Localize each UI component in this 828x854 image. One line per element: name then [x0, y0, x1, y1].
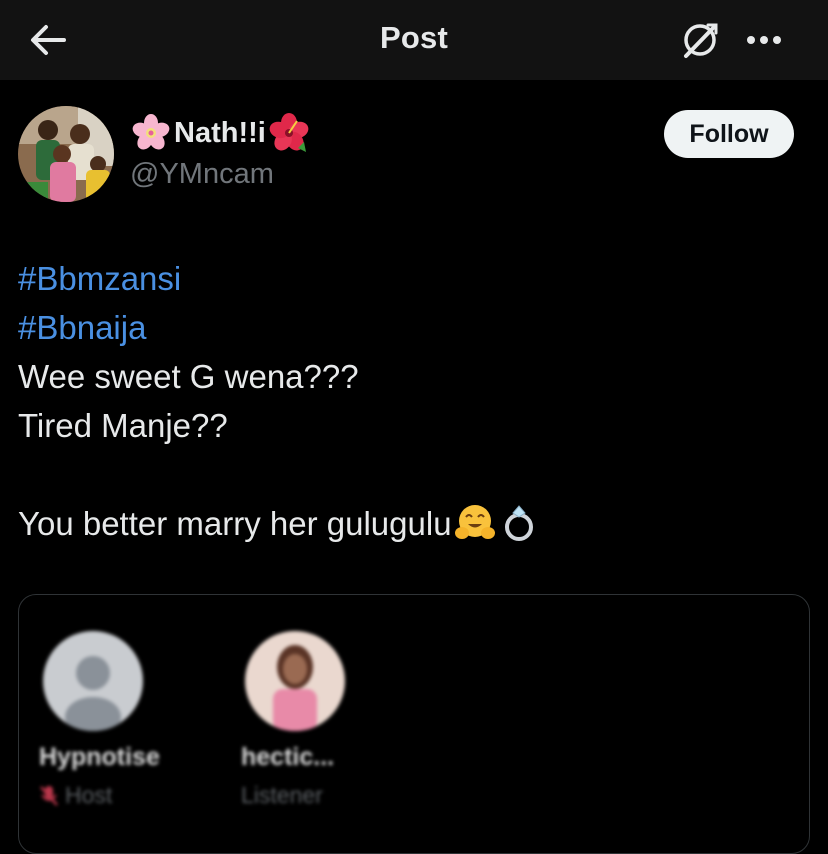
tweet-line: Wee sweet G wena??? — [18, 358, 359, 395]
author-handle[interactable]: @YMncam — [130, 158, 274, 191]
space-participant[interactable]: hectic... Listener — [241, 631, 371, 809]
participant-avatar — [43, 631, 143, 731]
space-card[interactable]: Hypnotise Host hectic... Listener — [18, 594, 810, 854]
top-bar: Post — [0, 0, 828, 80]
mic-muted-icon — [40, 785, 58, 806]
hugging-face-emoji-icon — [454, 505, 495, 539]
participant-name: hectic... — [241, 743, 335, 771]
tweet-text: #Bbmzansi #Bbnaija Wee sweet G wena??? T… — [18, 254, 808, 548]
participant-avatar — [245, 631, 345, 731]
follow-button[interactable]: Follow — [664, 110, 794, 158]
cherry-blossom-emoji-icon — [132, 114, 170, 150]
participant-name: Hypnotise — [39, 743, 160, 771]
grok-button[interactable] — [678, 18, 722, 62]
space-participant[interactable]: Hypnotise Host — [39, 631, 169, 809]
more-horizontal-icon — [747, 36, 781, 44]
hashtag-link[interactable]: #Bbmzansi — [18, 260, 181, 297]
participant-role: Host — [39, 782, 169, 809]
author-name[interactable]: Nath!!i — [130, 112, 310, 154]
hashtag-link[interactable]: #Bbnaija — [18, 309, 146, 346]
author-name-text: Nath!!i — [174, 116, 266, 149]
ring-emoji-icon — [504, 505, 533, 541]
hibiscus-emoji-icon — [269, 113, 309, 152]
participant-role: Listener — [241, 782, 371, 809]
tweet-line-with-emoji: You better marry her gulugulu — [18, 499, 808, 548]
tweet-line: You better marry her gulugulu — [18, 505, 452, 542]
author-avatar[interactable] — [18, 106, 114, 202]
participant-role-text: Listener — [241, 782, 323, 808]
tweet-line: Tired Manje?? — [18, 407, 228, 444]
participant-role-text: Host — [65, 782, 113, 808]
grok-icon — [684, 23, 718, 58]
more-options-button[interactable] — [743, 22, 787, 58]
